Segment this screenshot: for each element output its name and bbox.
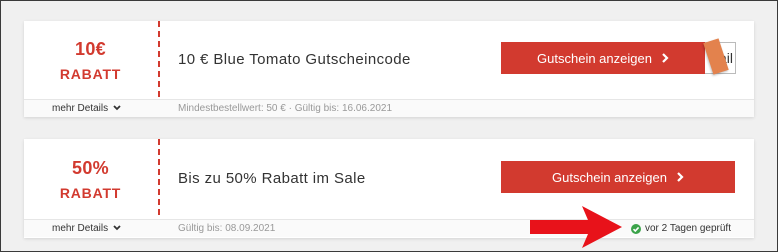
coupon-title: Bis zu 50% Rabatt im Sale <box>178 170 366 187</box>
coupon-footer: mehr Details Gültig bis: 08.09.2021 vor … <box>24 219 754 237</box>
check-circle-icon <box>631 223 641 234</box>
annotation-arrow-icon <box>530 206 622 248</box>
discount-badge: 10€ RABATT <box>24 21 157 82</box>
chevron-down-icon <box>113 103 121 114</box>
discount-unit: RABATT <box>59 66 122 82</box>
show-coupon-label: Gutschein anzeigen <box>537 50 652 66</box>
chevron-right-icon <box>661 51 669 66</box>
coupon-conditions: Mindestbestellwert: 50 € · Gültig bis: 1… <box>178 103 393 114</box>
more-details-toggle[interactable]: mehr Details <box>52 103 121 114</box>
discount-unit: RABATT <box>59 185 122 201</box>
coupon-conditions: Gültig bis: 08.09.2021 <box>178 223 276 234</box>
more-details-label: mehr Details <box>52 223 109 234</box>
coupon-card-1: 10€ RABATT 10 € Blue Tomato Gutscheincod… <box>24 21 754 117</box>
discount-amount: 50% <box>72 158 109 178</box>
verified-status: vor 2 Tagen geprüft <box>631 223 731 234</box>
chevron-down-icon <box>113 223 121 234</box>
dashed-divider <box>158 139 160 215</box>
discount-badge: 50% RABATT <box>24 139 157 201</box>
show-coupon-button[interactable]: Gutschein anzeigen <box>501 161 735 193</box>
more-details-toggle[interactable]: mehr Details <box>52 223 121 234</box>
discount-amount: 10€ <box>75 39 106 59</box>
verified-label: vor 2 Tagen geprüft <box>645 223 731 234</box>
coupon-footer: mehr Details Mindestbestellwert: 50 € · … <box>24 99 754 117</box>
show-coupon-label: Gutschein anzeigen <box>552 169 667 185</box>
chevron-right-icon <box>676 170 684 185</box>
show-coupon-button[interactable]: Gutschein anzeigen <box>501 42 705 74</box>
coupon-card-2: 50% RABATT Bis zu 50% Rabatt im Sale Gut… <box>24 139 754 238</box>
more-details-label: mehr Details <box>52 103 109 114</box>
coupon-title: 10 € Blue Tomato Gutscheincode <box>178 51 411 68</box>
dashed-divider <box>158 21 160 97</box>
